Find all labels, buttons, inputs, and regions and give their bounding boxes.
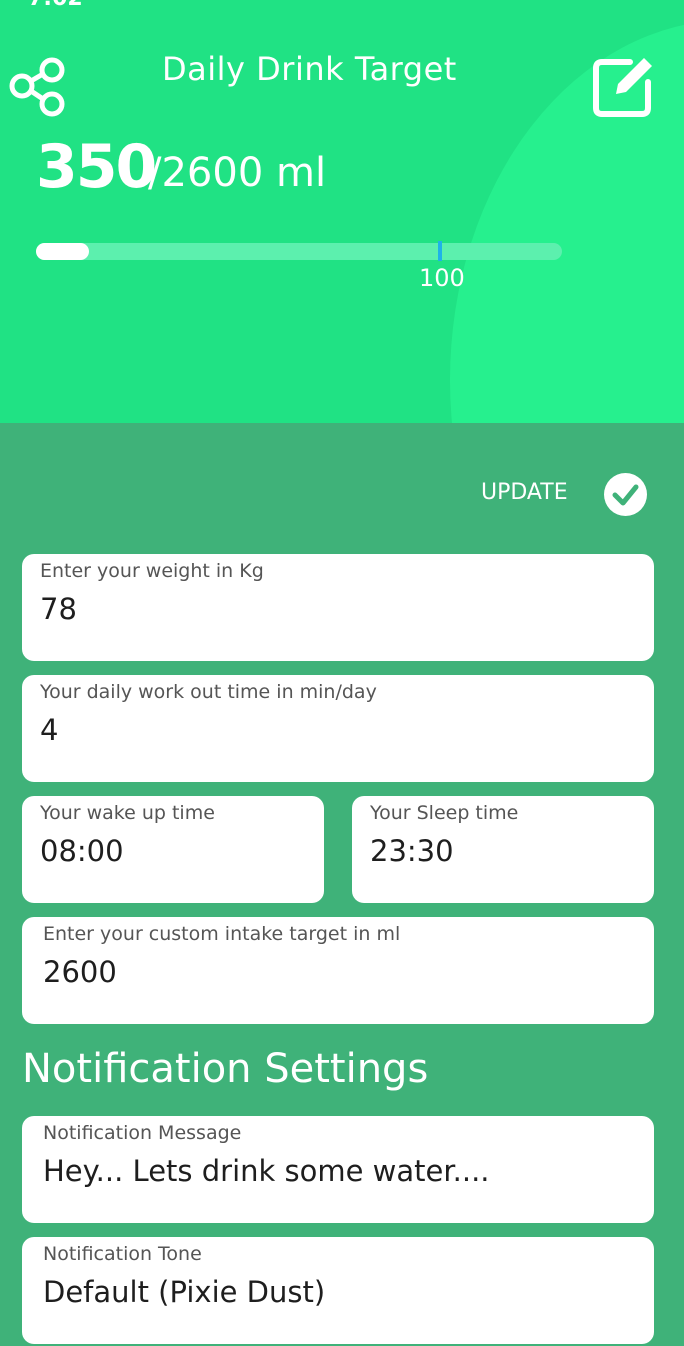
share-icon [9,57,65,117]
wake-time-field[interactable]: Your wake up time [22,796,324,903]
progress-marker-label: 100 [419,264,465,292]
progress-marker [438,241,442,261]
status-bar: 7:02 [0,0,684,10]
notification-message-input[interactable] [43,1154,603,1188]
sleep-time-field[interactable]: Your Sleep time [352,796,654,903]
edit-icon [593,58,652,117]
notification-tone-field[interactable]: Notification Tone Default (Pixie Dust) [22,1237,654,1344]
notification-message-field[interactable]: Notification Message [22,1116,654,1223]
header: 7:02 Daily Drink Target 350 /2600 ml 100 [0,0,684,423]
share-button[interactable] [8,54,68,118]
sleep-time-input[interactable] [370,834,640,868]
weight-input[interactable] [40,592,600,626]
weight-field[interactable]: Enter your weight in Kg [22,554,654,661]
notification-tone-value: Default (Pixie Dust) [43,1275,326,1309]
check-circle-icon [612,484,639,506]
notification-settings-title: Notification Settings [22,1046,429,1092]
weight-label: Enter your weight in Kg [40,560,264,582]
wake-time-input[interactable] [40,834,310,868]
update-button[interactable]: UPDATE [481,480,568,505]
progress-fill [36,243,89,260]
update-check-button[interactable] [604,473,647,516]
custom-target-input[interactable] [43,955,603,989]
target-amount: /2600 ml [148,150,327,196]
notification-message-label: Notification Message [43,1122,242,1144]
notification-tone-label: Notification Tone [43,1243,202,1265]
page-title: Daily Drink Target [162,50,457,88]
status-time: 7:02 [28,0,83,10]
workout-input[interactable] [40,713,600,747]
custom-target-label: Enter your custom intake target in ml [43,923,401,945]
workout-field[interactable]: Your daily work out time in min/day [22,675,654,782]
progress-bar [36,243,562,260]
sleep-time-label: Your Sleep time [370,802,519,824]
workout-label: Your daily work out time in min/day [40,681,377,703]
edit-button[interactable] [590,52,658,120]
wake-time-label: Your wake up time [40,802,215,824]
consumed-amount: 350 [36,132,157,202]
custom-target-field[interactable]: Enter your custom intake target in ml [22,917,654,1024]
